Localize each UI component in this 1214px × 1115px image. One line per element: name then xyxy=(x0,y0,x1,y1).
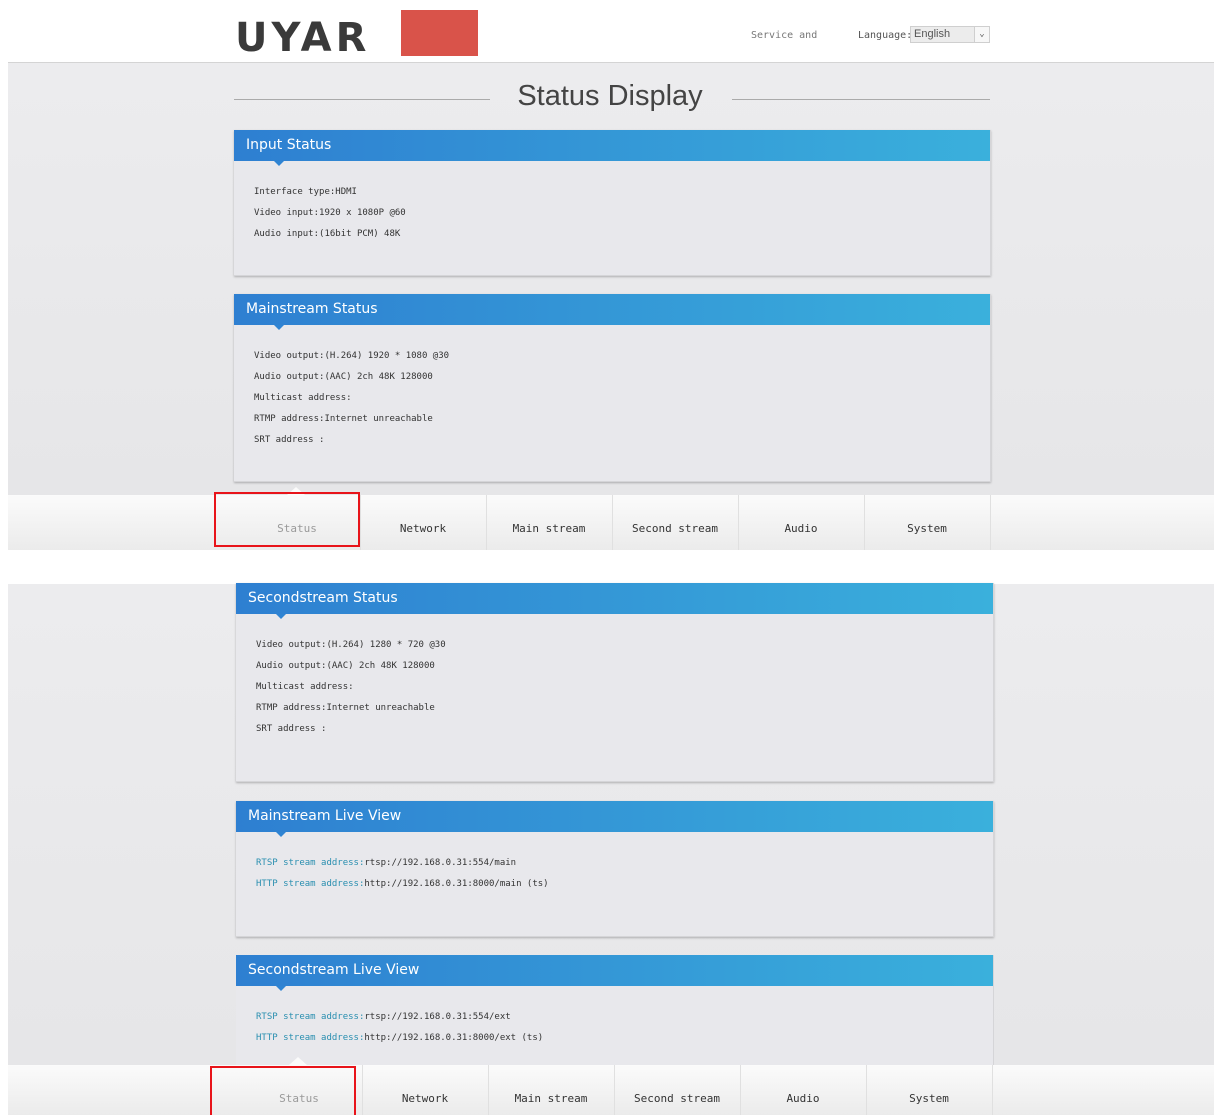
tab-main-stream[interactable]: Main stream xyxy=(488,1065,615,1115)
rtsp-value[interactable]: rtsp://192.168.0.31:554/ext xyxy=(364,1012,510,1022)
rtsp-address-line: RTSP stream address:rtsp://192.168.0.31:… xyxy=(256,1007,993,1028)
tab-audio[interactable]: Audio xyxy=(740,1065,867,1115)
main-nav: Status Network Main stream Second stream… xyxy=(8,487,1214,550)
mainstream-status-panel: Mainstream Status Video output:(H.264) 1… xyxy=(234,294,991,482)
language-select[interactable]: English ⌄ xyxy=(910,26,990,43)
http-value[interactable]: http://192.168.0.31:8000/ext (ts) xyxy=(364,1033,543,1043)
status-line: Audio output:(AAC) 2ch 48K 128000 xyxy=(256,661,435,671)
panel-title: Mainstream Status xyxy=(234,294,990,330)
status-line: RTMP address:Internet unreachable xyxy=(256,703,435,713)
language-label: Language: xyxy=(858,30,913,41)
http-address-line: HTTP stream address:http://192.168.0.31:… xyxy=(256,1028,993,1049)
status-line: Multicast address: xyxy=(256,682,354,692)
rtsp-value[interactable]: rtsp://192.168.0.31:554/main xyxy=(364,858,516,868)
language-value: English xyxy=(914,28,951,40)
secondstream-live-panel: Secondstream Live View RTSP stream addre… xyxy=(236,955,994,1065)
rtsp-label: RTSP stream address: xyxy=(256,1012,365,1022)
http-label: HTTP stream address: xyxy=(256,1033,365,1043)
http-value[interactable]: http://192.168.0.31:8000/main (ts) xyxy=(364,879,548,889)
tab-network[interactable]: Network xyxy=(362,1065,489,1115)
http-address-line: HTTP stream address:http://192.168.0.31:… xyxy=(256,874,993,895)
nav-pointer xyxy=(289,1057,307,1065)
panel-title: Mainstream Live View xyxy=(236,801,993,837)
status-line: RTMP address:Internet unreachable xyxy=(254,414,433,424)
secondstream-status-panel: Secondstream Status Video output:(H.264)… xyxy=(236,583,994,782)
page-title: Status Display xyxy=(517,80,703,112)
status-line: Multicast address: xyxy=(254,393,352,403)
tab-system[interactable]: System xyxy=(866,1065,993,1115)
title-rule-right xyxy=(732,99,990,100)
rtsp-address-line: RTSP stream address:rtsp://192.168.0.31:… xyxy=(256,853,993,874)
rtsp-label: RTSP stream address: xyxy=(256,858,365,868)
status-line: Audio input:(16bit PCM) 48K xyxy=(254,229,401,239)
main-nav-bottom: Status Network Main stream Second stream… xyxy=(8,1057,1214,1115)
status-line: Video input:1920 x 1080P @60 xyxy=(254,208,406,218)
title-rule-left xyxy=(234,99,490,100)
panel-title: Secondstream Status xyxy=(236,583,993,619)
input-status-panel: Input Status Interface type:HDMI Video i… xyxy=(234,130,991,276)
mainstream-live-panel: Mainstream Live View RTSP stream address… xyxy=(236,801,994,937)
chevron-down-icon: ⌄ xyxy=(974,27,989,42)
status-line: SRT address : xyxy=(254,435,325,445)
tab-system[interactable]: System xyxy=(864,495,991,550)
status-tab-highlight xyxy=(214,492,360,547)
panel-title: Secondstream Live View xyxy=(236,955,993,991)
logo: UYAR xyxy=(235,15,371,61)
status-line: Audio output:(AAC) 2ch 48K 128000 xyxy=(254,372,433,382)
status-line: Video output:(H.264) 1920 * 1080 @30 xyxy=(254,351,450,361)
tab-audio[interactable]: Audio xyxy=(738,495,865,550)
http-label: HTTP stream address: xyxy=(256,879,365,889)
tab-second-stream[interactable]: Second stream xyxy=(612,495,739,550)
tab-main-stream[interactable]: Main stream xyxy=(486,495,613,550)
status-line: Interface type:HDMI xyxy=(254,187,357,197)
status-line: Video output:(H.264) 1280 * 720 @30 xyxy=(256,640,446,650)
service-link[interactable]: Service and xyxy=(751,30,817,41)
status-line: SRT address : xyxy=(256,724,327,734)
status-tab-highlight xyxy=(210,1066,356,1115)
tab-network[interactable]: Network xyxy=(360,495,487,550)
logo-accent xyxy=(401,10,478,56)
panel-title: Input Status xyxy=(234,130,990,166)
tab-second-stream[interactable]: Second stream xyxy=(614,1065,741,1115)
